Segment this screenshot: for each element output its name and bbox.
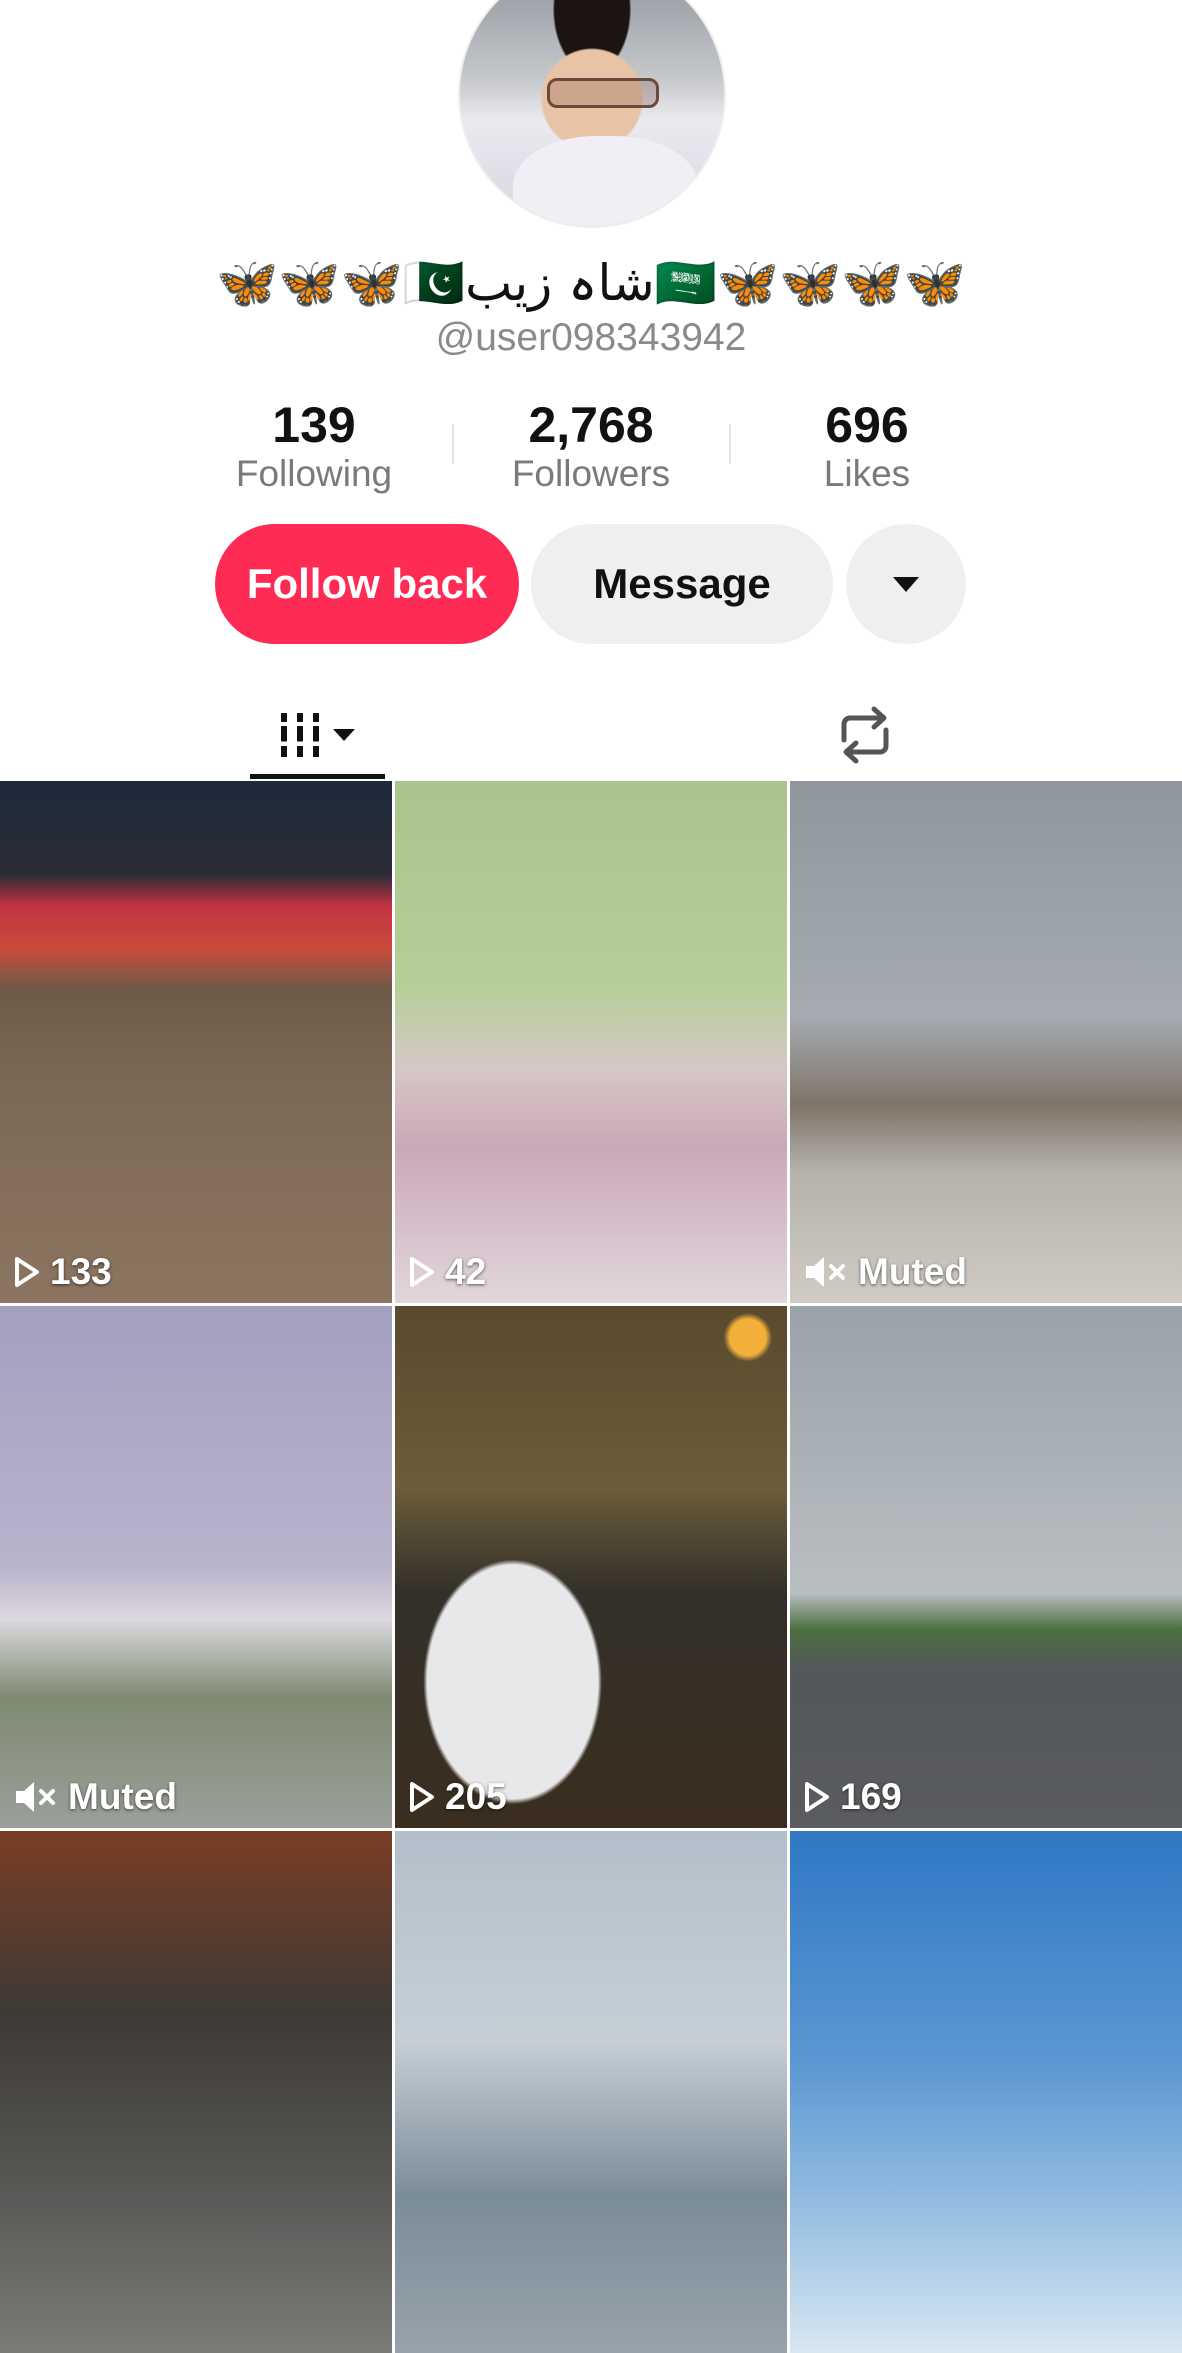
view-count: 169 bbox=[840, 1776, 902, 1817]
video-thumbnail[interactable]: 133 bbox=[0, 781, 392, 1303]
chevron-down-icon bbox=[332, 729, 355, 741]
tab-videos[interactable] bbox=[250, 690, 385, 780]
stat-likes-label: Likes bbox=[823, 453, 911, 494]
view-count: 133 bbox=[50, 1251, 112, 1292]
avatar-glasses bbox=[547, 78, 659, 108]
video-views: 205 bbox=[409, 1776, 507, 1818]
follow-back-button[interactable]: Follow back bbox=[215, 524, 519, 644]
muted-label: Muted bbox=[68, 1776, 177, 1817]
stat-divider bbox=[729, 424, 731, 464]
repost-icon[interactable] bbox=[830, 700, 900, 770]
video-thumbnail[interactable] bbox=[790, 1831, 1182, 2353]
play-icon bbox=[410, 1257, 434, 1287]
video-thumbnail[interactable] bbox=[395, 1831, 787, 2353]
more-options-button[interactable] bbox=[846, 524, 966, 644]
video-thumbnail[interactable]: 42 bbox=[395, 781, 787, 1303]
message-button[interactable]: Message bbox=[531, 524, 833, 644]
profile-avatar[interactable] bbox=[458, 0, 726, 228]
view-count: 42 bbox=[445, 1251, 487, 1292]
stat-following[interactable]: 139 Following bbox=[204, 398, 424, 496]
play-icon bbox=[15, 1257, 39, 1287]
stat-following-count: 139 bbox=[272, 397, 356, 453]
display-name: 🦋🦋🦋🇵🇰شاہ زیب🇸🇦🦋🦋🦋🦋 bbox=[216, 254, 966, 312]
video-thumbnail[interactable]: 205 bbox=[395, 1306, 787, 1828]
grid-videos-icon bbox=[280, 713, 319, 757]
video-thumbnail[interactable]: 169 bbox=[790, 1306, 1182, 1828]
video-views: 133 bbox=[14, 1251, 112, 1293]
view-count: 205 bbox=[445, 1776, 507, 1817]
video-views: 42 bbox=[409, 1251, 486, 1293]
video-views: 169 bbox=[804, 1776, 902, 1818]
stat-followers-label: Followers bbox=[511, 453, 671, 494]
video-muted: Muted bbox=[804, 1251, 967, 1293]
caret-down-icon bbox=[893, 576, 919, 592]
muted-speaker-icon bbox=[16, 1782, 55, 1812]
profile-tabs bbox=[0, 690, 1182, 780]
video-thumbnail[interactable]: Muted bbox=[0, 1306, 392, 1828]
stat-followers[interactable]: 2,768 Followers bbox=[481, 398, 701, 496]
avatar-shirt bbox=[512, 136, 698, 226]
play-icon bbox=[410, 1782, 434, 1812]
active-tab-indicator bbox=[250, 774, 385, 779]
stat-likes-count: 696 bbox=[825, 397, 909, 453]
play-icon bbox=[805, 1782, 829, 1812]
username-handle: @user098343942 bbox=[435, 316, 747, 359]
video-thumbnail[interactable] bbox=[0, 1831, 392, 2353]
video-muted: Muted bbox=[14, 1776, 177, 1818]
muted-speaker-icon bbox=[806, 1257, 845, 1287]
stat-followers-count: 2,768 bbox=[528, 397, 654, 453]
stat-following-label: Following bbox=[235, 453, 393, 494]
stat-likes[interactable]: 696 Likes bbox=[757, 398, 977, 496]
stat-divider bbox=[452, 424, 454, 464]
video-thumbnail[interactable]: Muted bbox=[790, 781, 1182, 1303]
muted-label: Muted bbox=[858, 1251, 967, 1292]
